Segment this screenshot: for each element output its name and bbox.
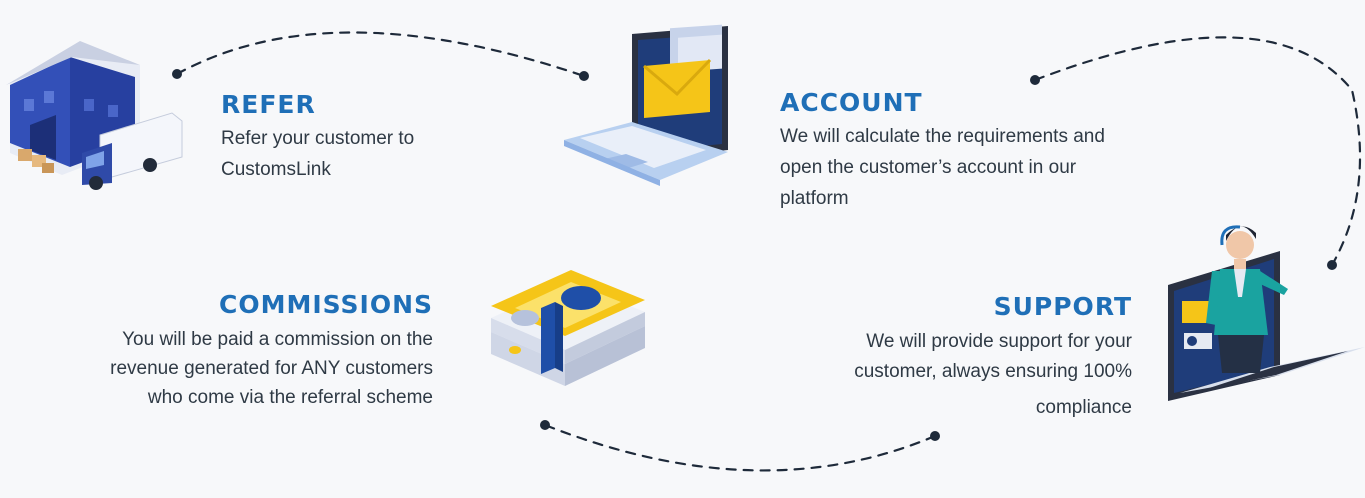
- referral-process-diagram: REFER Refer your customer to CustomsLink…: [0, 0, 1365, 498]
- support-title: SUPPORT: [993, 292, 1132, 321]
- account-desc-line: platform: [780, 188, 849, 209]
- commissions-description: You will be paid a commission on the rev…: [110, 325, 433, 412]
- commissions-desc-line: who come via the referral scheme: [147, 387, 433, 408]
- refer-desc-line: CustomsLink: [221, 159, 331, 180]
- money-stack-icon: [491, 270, 645, 386]
- commissions-desc-line: You will be paid a commission on the: [122, 329, 433, 350]
- connector-support-commissions: [543, 423, 937, 472]
- connector-refer-account: [175, 31, 586, 78]
- refer-description: Refer your customer to CustomsLink: [221, 123, 414, 185]
- connector-dot: [540, 420, 550, 430]
- connector-dot: [1030, 75, 1040, 85]
- support-description: We will provide support for your custome…: [854, 327, 1132, 423]
- warehouse-truck-icon: [6, 41, 183, 190]
- support-desc-line: customer, always ensuring 100%: [854, 361, 1132, 382]
- refer-desc-line: Refer your customer to: [221, 128, 415, 149]
- connector-dot: [930, 431, 940, 441]
- support-agent-laptop-icon: [1168, 225, 1365, 401]
- account-desc-line: open the customer’s account in our: [780, 157, 1077, 178]
- commissions-desc-line: revenue generated for ANY customers: [110, 358, 433, 379]
- refer-title: REFER: [221, 90, 316, 119]
- support-desc-line: compliance: [1035, 397, 1132, 418]
- support-desc-line: We will provide support for your: [866, 331, 1132, 352]
- account-description: We will calculate the requirements and o…: [780, 121, 1105, 214]
- commissions-title: COMMISSIONS: [218, 290, 433, 319]
- account-title: ACCOUNT: [780, 88, 923, 117]
- laptop-email-icon: [564, 24, 728, 186]
- account-desc-line: We will calculate the requirements and: [780, 126, 1105, 147]
